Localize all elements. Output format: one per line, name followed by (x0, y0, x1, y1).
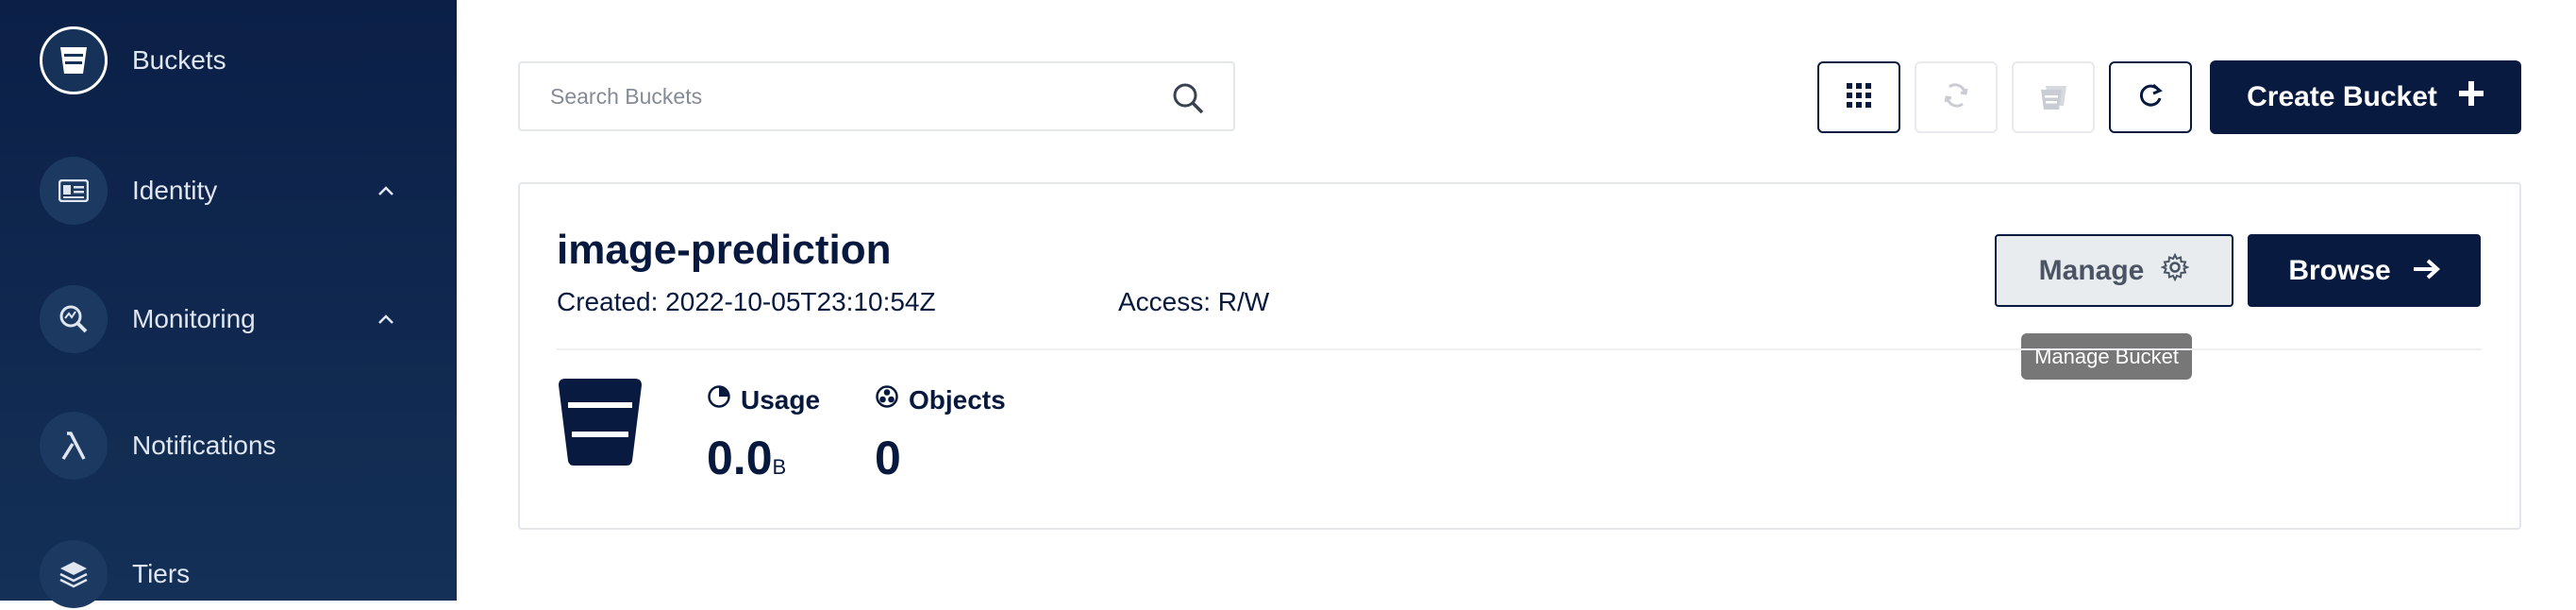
search-icon[interactable] (1171, 81, 1205, 121)
bucket-large-icon (557, 378, 644, 471)
objects-value: 0 (875, 432, 901, 484)
refresh-button[interactable] (2109, 61, 2192, 133)
sidebar-item-label: Notifications (132, 431, 276, 460)
browse-label: Browse (2288, 254, 2391, 286)
sidebar-item-buckets[interactable]: Buckets (40, 25, 377, 96)
objects-metric-title: Objects (875, 384, 1006, 415)
pie-chart-icon (707, 384, 731, 415)
replicate-icon (1942, 81, 1970, 114)
sidebar-item-identity[interactable]: Identity (40, 155, 394, 227)
card-divider (557, 348, 2482, 350)
bucket-created-date: Created: 2022-10-05T23:10:54Z (557, 287, 936, 316)
sidebar-item-label: Identity (132, 176, 218, 205)
sidebar-item-label: Buckets (132, 45, 226, 75)
sidebar-item-tiers[interactable]: Tiers (40, 538, 377, 610)
monitoring-icon (40, 285, 108, 353)
lambda-icon (40, 412, 108, 480)
arrow-right-icon (2412, 255, 2440, 287)
create-bucket-label: Create Bucket (2247, 81, 2437, 112)
manage-label: Manage (2038, 254, 2145, 286)
bucket-icon (40, 26, 108, 94)
chevron-up-icon[interactable] (377, 309, 394, 330)
create-bucket-button[interactable]: Create Bucket (2210, 60, 2521, 134)
sidebar-item-notifications[interactable]: Notifications (40, 410, 377, 482)
search-placeholder: Search Buckets (550, 83, 703, 109)
search-input[interactable]: Search Buckets (518, 61, 1235, 131)
browse-button[interactable]: Browse (2248, 234, 2481, 307)
chevron-up-icon[interactable] (377, 180, 394, 202)
objects-icon (875, 384, 899, 415)
gear-icon (2160, 252, 2190, 289)
grid-view-button[interactable] (1817, 61, 1900, 133)
sidebar-item-monitoring[interactable]: Monitoring (40, 283, 394, 355)
manage-tooltip: Manage Bucket (2021, 333, 2192, 380)
grid-icon (1846, 82, 1872, 113)
bucket-access: Access: R/W (1118, 287, 1270, 316)
replication-button[interactable] (1915, 61, 1998, 133)
objects-label: Objects (909, 384, 1006, 415)
usage-unit: B (772, 455, 787, 479)
usage-value: 0.0B (707, 431, 786, 485)
usage-label: Usage (741, 384, 821, 415)
id-card-icon (40, 157, 108, 225)
delete-buckets-button[interactable] (2012, 61, 2095, 133)
plus-icon (2458, 80, 2484, 114)
bucket-stack-icon (2038, 80, 2068, 115)
usage-metric-title: Usage (707, 384, 820, 415)
sidebar-item-label: Monitoring (132, 304, 256, 333)
sidebar-item-label: Tiers (132, 559, 191, 588)
bucket-name[interactable]: image-prediction (557, 227, 892, 274)
sidebar: Buckets Identity Monitoring Notification… (0, 0, 457, 608)
usage-number: 0.0 (707, 432, 773, 484)
manage-button[interactable]: Manage (1995, 234, 2233, 307)
refresh-icon (2136, 81, 2165, 114)
layers-icon (40, 540, 108, 608)
